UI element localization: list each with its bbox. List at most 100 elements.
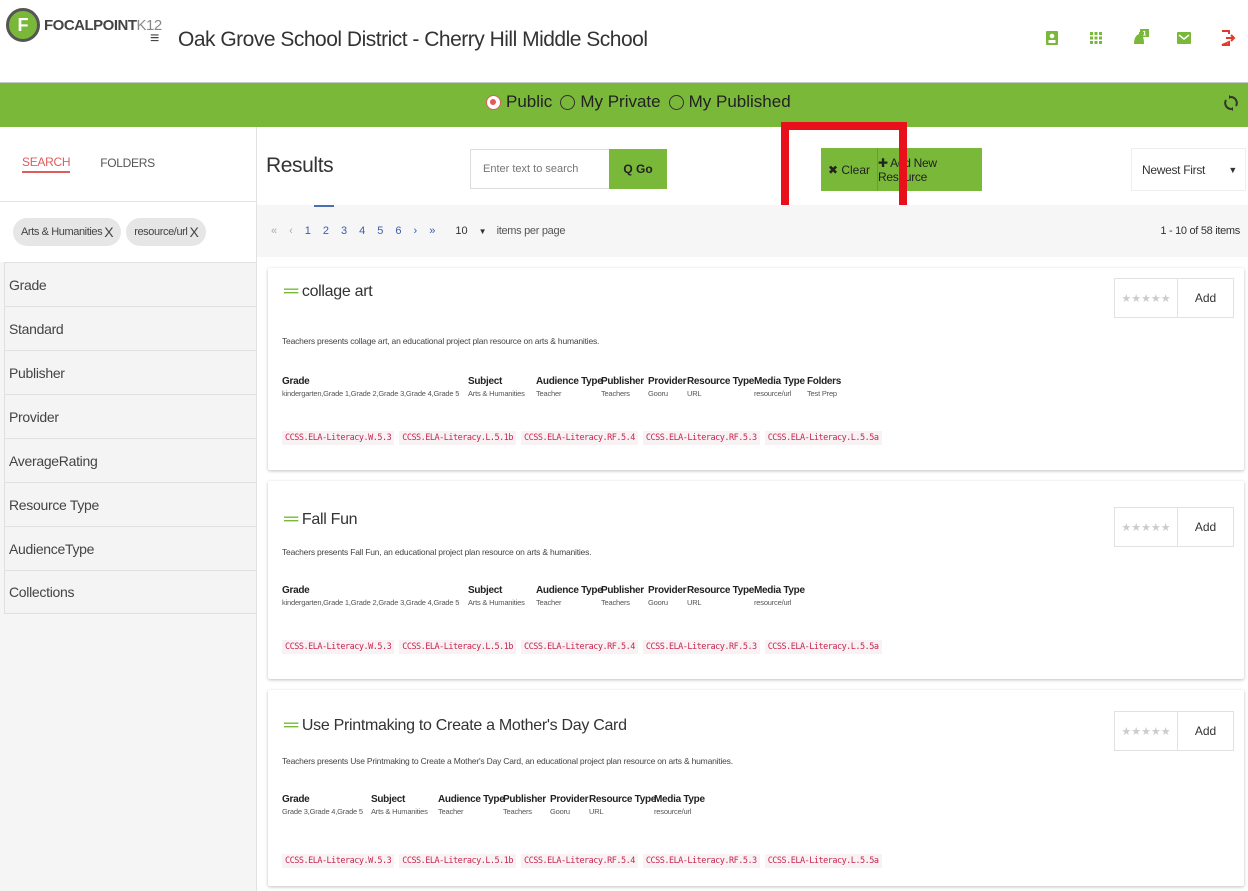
meta-value: resource/url (754, 389, 792, 398)
remove-chip-icon[interactable]: X (189, 224, 198, 240)
items-per-page-select[interactable]: 10 ▼ (455, 225, 486, 237)
prev-page-icon[interactable]: ‹ (289, 225, 293, 237)
active-filter-chips: Arts & Humanities X resource/url X (0, 202, 256, 262)
resource-title-link[interactable]: ═ collage art (284, 280, 373, 303)
sort-value: Newest First (1142, 162, 1206, 177)
standard-code-link[interactable]: CCSS.ELA-Literacy.L.5.5a (764, 640, 882, 654)
page-link-2[interactable]: 2 (323, 225, 329, 237)
sidebar-tabs: SEARCH FOLDERS (0, 127, 256, 202)
standard-code-link[interactable]: CCSS.ELA-Literacy.RF.5.4 (521, 854, 638, 868)
meta-value: Grade 3,Grade 4,Grade 5 (282, 807, 363, 816)
meta-header: Subject (468, 376, 503, 387)
facet-collections[interactable]: Collections (4, 570, 256, 614)
facet-list: Grade Standard Publisher Provider Averag… (0, 262, 256, 614)
standard-code-link[interactable]: CCSS.ELA-Literacy.RF.5.3 (642, 640, 760, 654)
page-link-1[interactable]: 1 (305, 225, 311, 237)
meta-header: Media Type (754, 376, 805, 387)
facet-audience-type[interactable]: AudienceType (4, 526, 256, 570)
meta-header: Folders (807, 376, 842, 387)
page-link-5[interactable]: 5 (377, 225, 383, 237)
drag-handle-icon: ═ (284, 508, 298, 530)
add-new-resource-button[interactable]: ✚ Add New Resource (878, 148, 982, 191)
standards-list: CCSS.ELA-Literacy.W.5.3 CCSS.ELA-Literac… (282, 854, 887, 868)
facet-provider[interactable]: Provider (4, 394, 256, 438)
logout-icon[interactable] (1218, 28, 1238, 48)
standard-code-link[interactable]: CCSS.ELA-Literacy.RF.5.3 (642, 431, 760, 445)
scope-radio-my-private[interactable]: My Private (560, 92, 661, 112)
tab-search[interactable]: SEARCH (22, 155, 71, 173)
meta-value: Test Prep (807, 389, 837, 398)
standard-code-link[interactable]: CCSS.ELA-Literacy.L.5.1b (399, 854, 517, 868)
active-page-indicator (314, 205, 334, 207)
clear-button[interactable]: ✖ Clear (821, 148, 878, 191)
rating-add-group: ★★★★★ Add (1114, 711, 1234, 751)
resource-title-link[interactable]: ═ Use Printmaking to Create a Mother's D… (284, 714, 627, 737)
add-button[interactable]: Add (1178, 507, 1234, 547)
resource-title: Use Printmaking to Create a Mother's Day… (301, 716, 627, 734)
add-button[interactable]: Add (1178, 278, 1234, 318)
search-go-button[interactable]: Q Go (609, 149, 667, 189)
drag-handle-icon: ═ (284, 280, 298, 302)
meta-value: Gooru (550, 807, 570, 816)
star-rating[interactable]: ★★★★★ (1114, 711, 1178, 751)
facet-publisher[interactable]: Publisher (4, 350, 256, 394)
star-rating[interactable]: ★★★★★ (1114, 278, 1178, 318)
rating-add-group: ★★★★★ Add (1114, 278, 1234, 318)
resource-card: ═ Use Printmaking to Create a Mother's D… (268, 690, 1244, 886)
apps-grid-icon[interactable] (1086, 28, 1106, 48)
add-button[interactable]: Add (1178, 711, 1234, 751)
meta-header: Audience Type (536, 376, 603, 387)
first-page-icon[interactable]: « (271, 225, 277, 237)
logo-mark: F (6, 8, 40, 42)
facet-grade[interactable]: Grade (4, 262, 256, 306)
meta-header: Publisher (601, 585, 644, 596)
last-page-icon[interactable]: » (429, 225, 435, 237)
resource-title-link[interactable]: ═ Fall Fun (284, 508, 358, 531)
meta-header: Resource Type (687, 585, 755, 596)
standard-code-link[interactable]: CCSS.ELA-Literacy.W.5.3 (282, 640, 395, 654)
standard-code-link[interactable]: CCSS.ELA-Literacy.RF.5.3 (642, 854, 760, 868)
contact-card-icon[interactable] (1042, 28, 1062, 48)
meta-header: Grade (282, 376, 310, 387)
focalpoint-logo[interactable]: F FOCALPOINTK12 (6, 8, 162, 42)
sort-select[interactable]: Newest First ▼ (1131, 148, 1246, 191)
facet-resource-type[interactable]: Resource Type (4, 482, 256, 526)
items-count: 1 - 10 of 58 items (1160, 225, 1240, 237)
notifications-bell-icon[interactable]: 1 (1130, 28, 1150, 48)
page-link-6[interactable]: 6 (395, 225, 401, 237)
facet-average-rating[interactable]: AverageRating (4, 438, 256, 482)
meta-value: Gooru (648, 598, 668, 607)
filter-chip-resource-url: resource/url X (126, 218, 207, 246)
search-input[interactable] (470, 149, 610, 189)
remove-chip-icon[interactable]: X (104, 224, 113, 240)
resource-card: ═ Fall Fun ★★★★★ Add Teachers presents F… (268, 481, 1244, 679)
next-page-icon[interactable]: › (414, 225, 418, 237)
standard-code-link[interactable]: CCSS.ELA-Literacy.W.5.3 (282, 854, 395, 868)
scope-radio-public[interactable]: Public (486, 92, 552, 112)
standard-code-link[interactable]: CCSS.ELA-Literacy.L.5.1b (399, 640, 517, 654)
resource-description: Teachers presents Use Printmaking to Cre… (282, 756, 733, 766)
per-page-value: 10 (455, 225, 468, 237)
standard-code-link[interactable]: CCSS.ELA-Literacy.RF.5.4 (521, 431, 638, 445)
meta-value: URL (687, 389, 702, 398)
standard-code-link[interactable]: CCSS.ELA-Literacy.L.5.5a (764, 431, 882, 445)
refresh-icon[interactable] (1224, 95, 1238, 116)
meta-header: Publisher (503, 794, 546, 805)
scope-radio-my-published[interactable]: My Published (668, 92, 791, 112)
pagination-bar: « ‹ 1 2 3 4 5 6 › » 10 ▼ items per page … (257, 205, 1248, 257)
standard-code-link[interactable]: CCSS.ELA-Literacy.L.5.1b (399, 431, 517, 445)
hamburger-menu-icon[interactable]: ≡ (150, 30, 159, 48)
scope-bar: Public My Private My Published (0, 82, 1248, 127)
standard-code-link[interactable]: CCSS.ELA-Literacy.W.5.3 (282, 431, 395, 445)
page-link-4[interactable]: 4 (359, 225, 365, 237)
facet-standard[interactable]: Standard (4, 306, 256, 350)
meta-header: Audience Type (536, 585, 603, 596)
page-link-3[interactable]: 3 (341, 225, 347, 237)
standard-code-link[interactable]: CCSS.ELA-Literacy.RF.5.4 (521, 640, 638, 654)
tab-folders[interactable]: FOLDERS (100, 156, 155, 172)
standard-code-link[interactable]: CCSS.ELA-Literacy.L.5.5a (764, 854, 882, 868)
mail-icon[interactable] (1174, 28, 1194, 48)
top-navbar: F FOCALPOINTK12 ≡ Oak Grove School Distr… (0, 0, 1248, 82)
star-rating[interactable]: ★★★★★ (1114, 507, 1178, 547)
resource-description: Teachers presents Fall Fun, an education… (282, 547, 592, 557)
